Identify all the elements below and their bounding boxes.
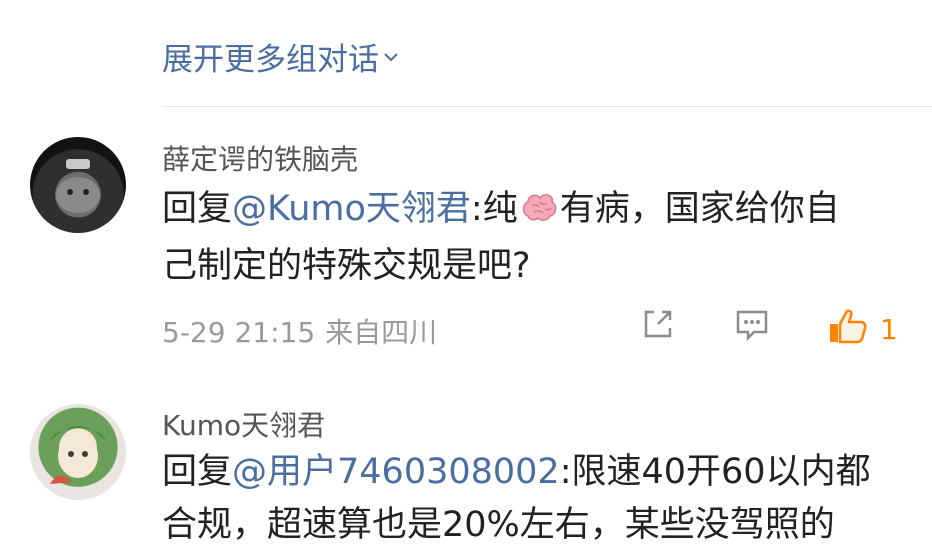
reply-prefix: 回复 — [162, 452, 233, 492]
comment-meta: 5-29 21:15 来自四川 — [162, 311, 437, 351]
comment-time: 5-29 21:15 — [162, 316, 316, 349]
comment-text-line2: 己制定的特殊交规是吧? — [162, 246, 531, 286]
comment-text-part: 有病，国家给你自 — [559, 189, 840, 229]
comment-icon — [734, 306, 770, 346]
expand-more-conversations[interactable]: 展开更多组对话 — [162, 34, 401, 79]
comment-location: 来自四川 — [325, 316, 438, 349]
mention-link[interactable]: @用户7460308002 — [232, 452, 560, 492]
comment-username[interactable]: 薛定谔的铁脑壳 — [162, 138, 358, 178]
share-button[interactable] — [640, 306, 676, 346]
avatar[interactable] — [30, 404, 126, 500]
divider — [162, 106, 932, 107]
comment-text: 回复@用户7460308002:限速40开60以内都 合规，超速算也是20%左右… — [162, 446, 902, 552]
comment-text-part: :纯 — [470, 189, 518, 229]
mention-link[interactable]: @Kumo天翎君 — [232, 189, 471, 229]
comment-text-part: :限速40开60以内都 — [559, 452, 871, 492]
reply-prefix: 回复 — [162, 189, 233, 229]
avatar[interactable] — [30, 137, 126, 233]
like-count: 1 — [880, 312, 898, 346]
comment-text: 回复@Kumo天翎君:纯 有病，国家给你自 己制定的特殊交规是吧? — [162, 183, 902, 293]
comment-username[interactable]: Kumo天翎君 — [162, 404, 325, 444]
comment-button[interactable] — [734, 306, 770, 346]
like-button[interactable]: 1 — [826, 306, 898, 352]
expand-label: 展开更多组对话 — [162, 42, 379, 78]
thumbs-up-icon — [826, 306, 868, 352]
comment-text-line2: 合规，超速算也是20%左右，某些没驾照的 — [162, 505, 835, 545]
brain-emoji-icon — [520, 187, 558, 240]
share-icon — [640, 306, 676, 346]
chevron-down-icon — [381, 47, 401, 67]
